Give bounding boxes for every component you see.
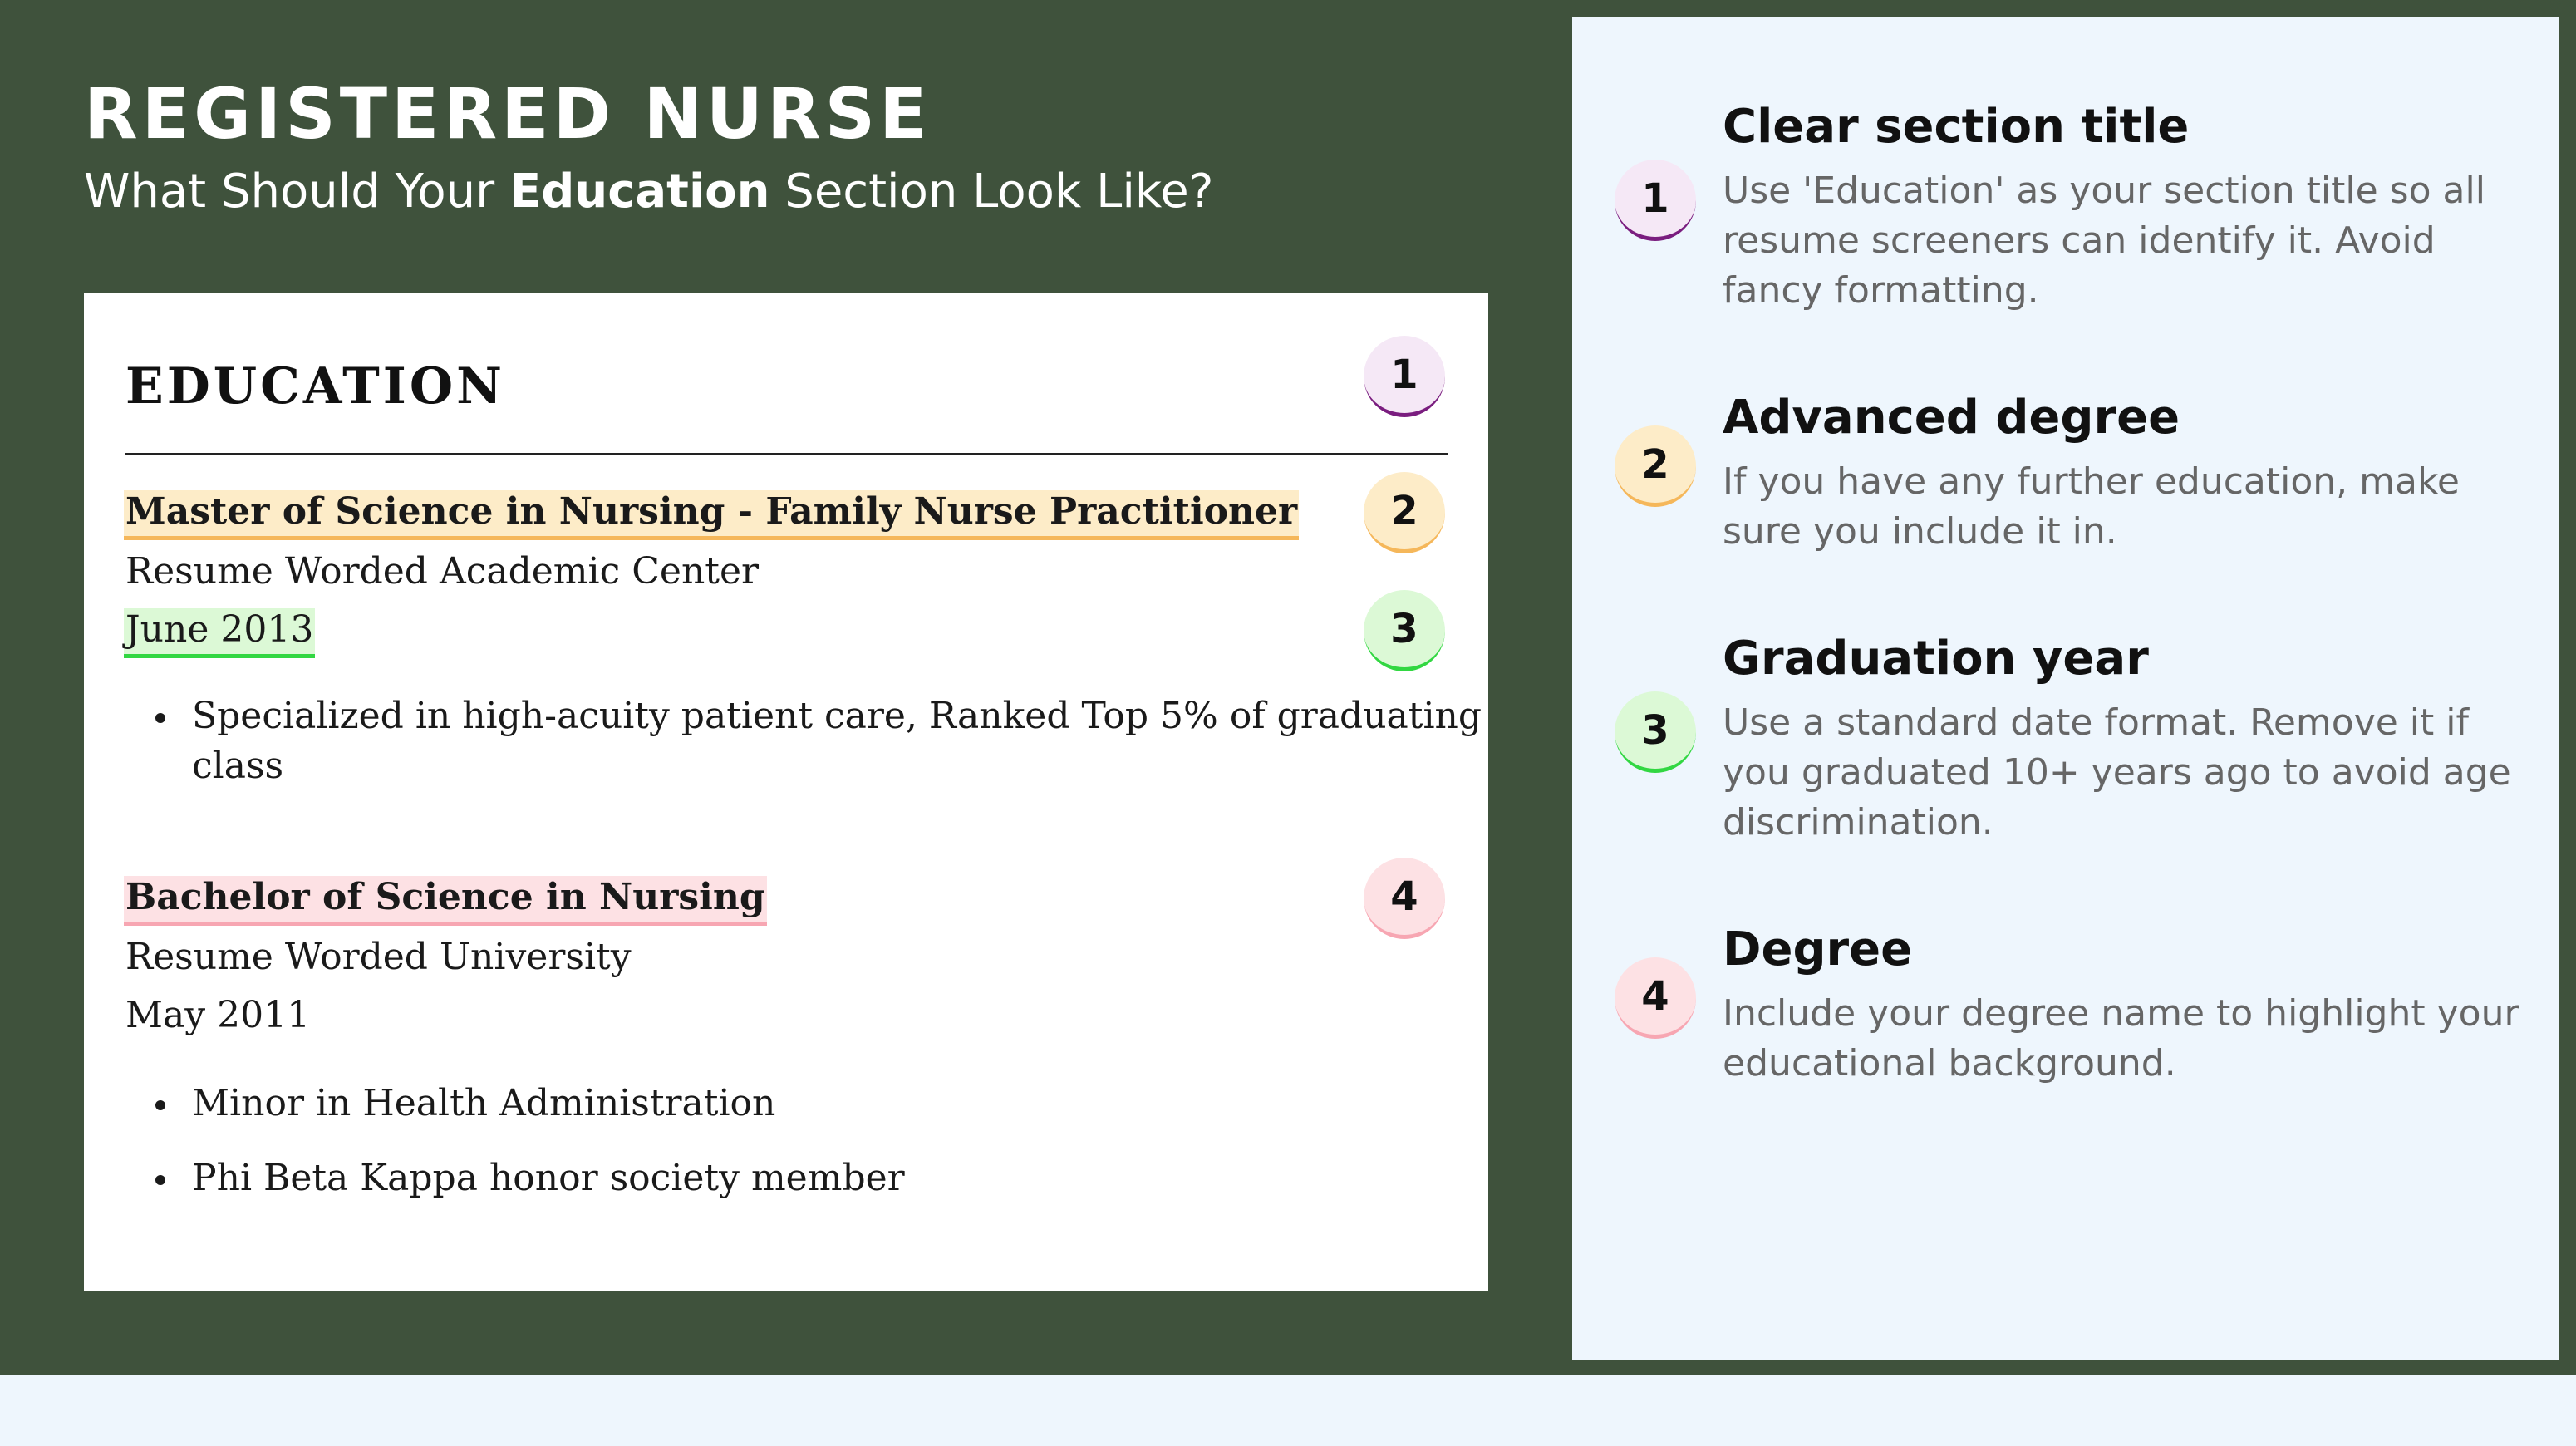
bullet-text: Specialized in high-acuity patient care,…: [192, 695, 1482, 737]
tip-description-2: If you have any further education, make …: [1723, 460, 2460, 553]
tip-title-3: Graduation year: [1723, 632, 2149, 686]
section-divider: [125, 453, 1448, 455]
tips-panel: Clear section title 1 Use 'Education' as…: [1572, 17, 2559, 1360]
list-item: Phi Beta Kappa honor society member: [125, 1153, 905, 1203]
degree-title-bachelor: Bachelor of Science in Nursing: [124, 876, 767, 926]
graduation-date-bachelor: May 2011: [125, 994, 311, 1036]
tip-title-2: Advanced degree: [1723, 391, 2180, 445]
tip-badge-1: 1: [1615, 160, 1696, 241]
tip-badge-4: 4: [1615, 957, 1696, 1039]
list-item: Specialized in high-acuity patient care,…: [125, 691, 1482, 791]
subtitle-post: Section Look Like?: [769, 165, 1214, 219]
page-title: REGISTERED NURSE: [84, 73, 932, 155]
subtitle-bold: Education: [509, 165, 770, 219]
subtitle-pre: What Should Your: [84, 165, 509, 219]
badge-4: 4: [1364, 858, 1445, 939]
tip-description-1: Use 'Education' as your section title so…: [1723, 170, 2485, 312]
tip-title-1: Clear section title: [1723, 100, 2190, 154]
school-name-master: Resume Worded Academic Center: [125, 550, 760, 593]
education-section-title: EDUCATION: [125, 357, 505, 416]
graduation-date-master: June 2013: [124, 608, 316, 658]
school-name-bachelor: Resume Worded University: [125, 936, 632, 978]
badge-1: 1: [1364, 336, 1445, 417]
bullet-list-master: Specialized in high-acuity patient care,…: [125, 691, 1482, 791]
tip-description-4: Include your degree name to highlight yo…: [1723, 992, 2519, 1084]
page-subtitle: What Should Your Education Section Look …: [84, 165, 1213, 219]
tip-description-3: Use a standard date format. Remove it if…: [1723, 701, 2511, 844]
badge-3: 3: [1364, 590, 1445, 671]
tip-badge-3: 3: [1615, 691, 1696, 773]
list-item: Minor in Health Administration: [125, 1079, 905, 1129]
bullet-text-continued: class: [192, 745, 284, 787]
badge-2: 2: [1364, 472, 1445, 553]
tip-badge-2: 2: [1615, 425, 1696, 507]
tip-title-4: Degree: [1723, 922, 1913, 976]
bullet-list-bachelor: Minor in Health Administration Phi Beta …: [125, 1079, 905, 1203]
degree-title-master: Master of Science in Nursing - Family Nu…: [124, 490, 1300, 540]
resume-education-card: EDUCATION 1 Master of Science in Nursing…: [84, 293, 1488, 1291]
